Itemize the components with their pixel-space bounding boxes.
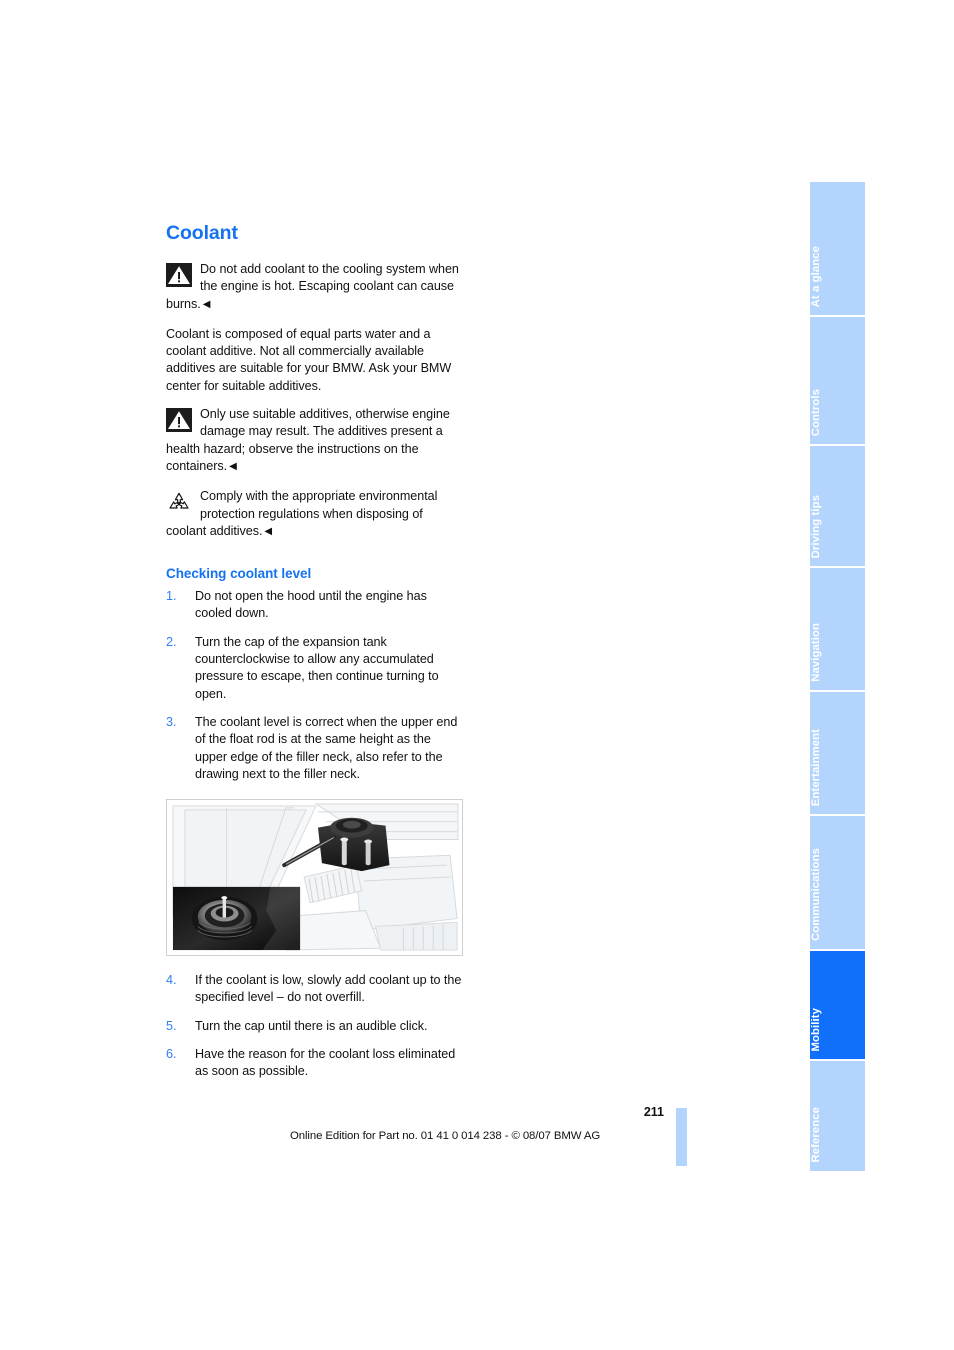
tab-label: Controls: [810, 388, 822, 436]
tab-label: Navigation: [810, 623, 822, 682]
page-title: Coolant: [166, 222, 238, 244]
coolant-composition-paragraph: Coolant is composed of equal parts water…: [166, 326, 452, 393]
edition-notice: Online Edition for Part no. 01 41 0 014 …: [290, 1130, 601, 1142]
checking-steps-list-part2: 4. If the coolant is low, slowly add coo…: [166, 972, 466, 1080]
warning-triangle-icon: [166, 263, 192, 287]
section-tab-strip: At a glance Controls Driving tips Naviga…: [810, 182, 865, 1171]
coolant-expansion-tank-illustration: BMW AG: [166, 799, 463, 957]
step-number: 2.: [166, 634, 177, 649]
recycling-icon: [166, 490, 192, 514]
end-of-notice-mark: ◀: [202, 298, 211, 310]
step-number: 4.: [166, 973, 177, 988]
warning-notice-text: Only use suitable additives, otherwise e…: [166, 407, 450, 473]
step-text: Turn the cap until there is an audible c…: [195, 1018, 428, 1033]
list-item: 5. Turn the cap until there is an audibl…: [166, 1018, 466, 1035]
environmental-notice-text: Comply with the appropriate environmenta…: [166, 489, 438, 538]
step-number: 3.: [166, 714, 177, 729]
step-text: If the coolant is low, slowly add coolan…: [195, 973, 462, 1005]
sidebar-item-navigation[interactable]: Navigation: [810, 568, 865, 690]
list-item: 6. Have the reason for the coolant loss …: [166, 1046, 466, 1081]
tab-label: Reference: [810, 1107, 822, 1163]
page-content: Coolant Do not add coolant to the coolin…: [166, 222, 466, 1092]
list-item: 2. Turn the cap of the expansion tank co…: [166, 634, 466, 703]
sidebar-item-driving-tips[interactable]: Driving tips: [810, 446, 865, 566]
end-of-notice-mark: ◀: [229, 460, 237, 472]
warning-notice-additives: Only use suitable additives, otherwise e…: [166, 406, 466, 475]
tab-label: Mobility: [810, 1007, 822, 1051]
sidebar-item-communications[interactable]: Communications: [810, 816, 865, 949]
step-number: 6.: [166, 1047, 177, 1062]
footer-accent-bar: [676, 1108, 687, 1166]
page-number: 211: [643, 1105, 664, 1119]
step-text: The coolant level is correct when the up…: [195, 714, 458, 781]
manual-page: Coolant Do not add coolant to the coolin…: [0, 0, 954, 1350]
warning-triangle-icon: [166, 408, 192, 433]
step-text: Do not open the hood until the engine ha…: [195, 589, 427, 621]
list-item: 3. The coolant level is correct when the…: [166, 714, 466, 783]
step-text: Have the reason for the coolant loss eli…: [195, 1047, 456, 1079]
tab-label: At a glance: [810, 245, 822, 307]
step-number: 5.: [166, 1018, 177, 1033]
tab-label: Driving tips: [810, 494, 822, 558]
sidebar-item-mobility[interactable]: Mobility: [810, 951, 865, 1059]
tab-label: Entertainment: [810, 728, 822, 806]
sidebar-item-reference[interactable]: Reference: [810, 1061, 865, 1171]
step-text: Turn the cap of the expansion tank count…: [195, 634, 439, 701]
tab-label: Communications: [810, 847, 822, 941]
sidebar-item-controls[interactable]: Controls: [810, 317, 865, 444]
sidebar-item-at-a-glance[interactable]: At a glance: [810, 182, 865, 315]
warning-notice-text: Do not add coolant to the cooling system…: [166, 262, 459, 311]
list-item: 1. Do not open the hood until the engine…: [166, 588, 466, 623]
end-of-notice-mark: ◀: [264, 525, 273, 537]
warning-notice-hot-engine: Do not add coolant to the cooling system…: [166, 261, 466, 313]
environmental-notice: Comply with the appropriate environmenta…: [166, 488, 466, 540]
subsection-title: Checking coolant level: [166, 566, 312, 582]
sidebar-item-entertainment[interactable]: Entertainment: [810, 692, 865, 814]
checking-steps-list-part1: 1. Do not open the hood until the engine…: [166, 588, 466, 783]
step-number: 1.: [166, 589, 177, 604]
list-item: 4. If the coolant is low, slowly add coo…: [166, 972, 466, 1007]
